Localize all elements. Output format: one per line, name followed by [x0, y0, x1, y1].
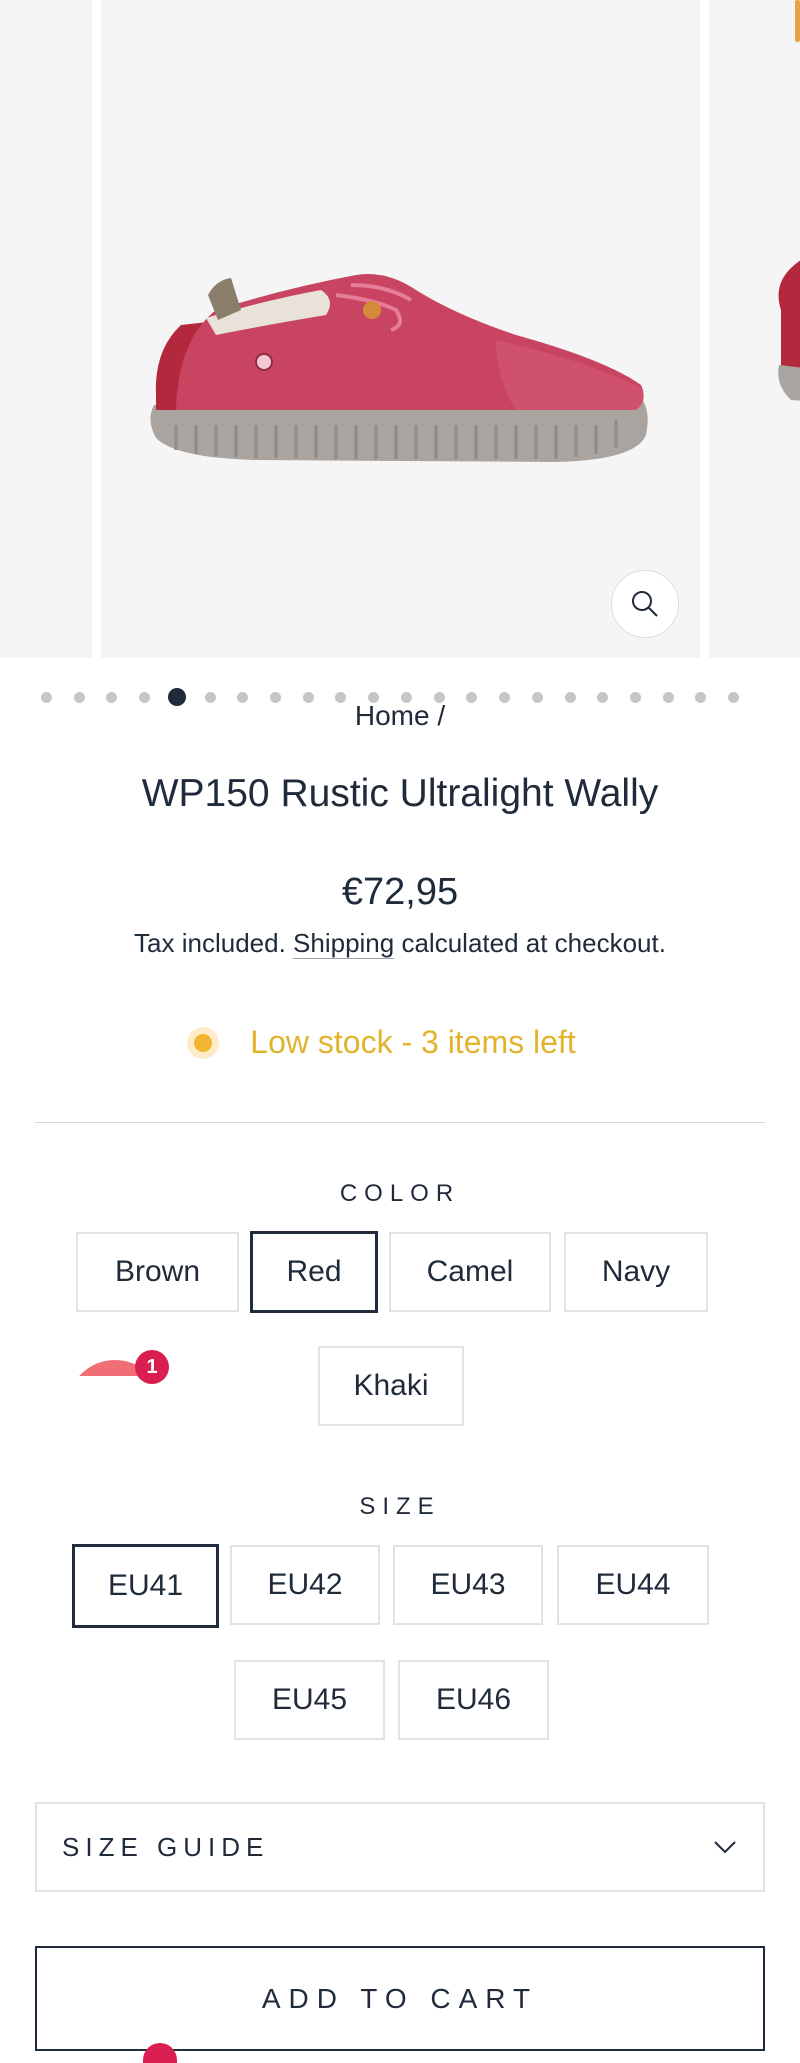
- tax-suffix: calculated at checkout.: [401, 928, 666, 958]
- size-option-eu45[interactable]: EU45: [234, 1660, 385, 1740]
- product-title: WP150 Rustic Ultralight Wally: [141, 772, 659, 815]
- color-option-label: COLOR: [339, 1180, 461, 1207]
- product-image-next: [778, 260, 800, 401]
- gallery-slide-current[interactable]: [101, 0, 700, 658]
- stock-status: Low stock - 3 items left: [0, 1024, 800, 1061]
- color-option-red[interactable]: Red: [250, 1231, 378, 1313]
- gallery-slide-previous[interactable]: [0, 0, 92, 658]
- stock-status-text: Low stock - 3 items left: [250, 1024, 576, 1060]
- chat-launcher[interactable]: 1: [67, 1350, 187, 1410]
- color-option-navy[interactable]: Navy: [564, 1232, 708, 1312]
- tax-note: Tax included. Shipping calculated at che…: [0, 928, 800, 959]
- product-price: €72,95: [341, 871, 459, 913]
- color-option-camel[interactable]: Camel: [389, 1232, 551, 1312]
- gallery-slide-next[interactable]: [709, 0, 800, 658]
- product-gallery[interactable]: [0, 0, 800, 658]
- breadcrumb-separator: /: [437, 700, 446, 731]
- size-option-eu41[interactable]: EU41: [72, 1544, 219, 1628]
- zoom-button[interactable]: [611, 570, 679, 638]
- shipping-link[interactable]: Shipping: [293, 928, 395, 959]
- size-option-eu44[interactable]: EU44: [557, 1545, 709, 1625]
- color-option-brown[interactable]: Brown: [76, 1232, 239, 1312]
- tax-prefix: Tax included.: [134, 928, 286, 958]
- size-option-eu46[interactable]: EU46: [398, 1660, 549, 1740]
- product-image: [150, 274, 648, 462]
- breadcrumb: Home /: [0, 700, 800, 732]
- size-option-eu42[interactable]: EU42: [230, 1545, 380, 1625]
- search-icon: [632, 591, 658, 617]
- chevron-down-icon: [714, 1841, 736, 1854]
- size-guide-accordion[interactable]: SIZE GUIDE: [35, 1802, 765, 1892]
- breadcrumb-home-link[interactable]: Home: [355, 700, 430, 731]
- stock-indicator-icon: [194, 1033, 213, 1052]
- size-guide-label: SIZE GUIDE: [62, 1831, 270, 1862]
- notification-badge: 1: [135, 1350, 169, 1384]
- size-option-eu43[interactable]: EU43: [393, 1545, 543, 1625]
- size-option-label: SIZE: [359, 1493, 441, 1520]
- color-option-khaki[interactable]: Khaki: [318, 1346, 464, 1426]
- add-to-cart-button[interactable]: ADD TO CART: [35, 1946, 765, 2051]
- divider: [35, 1122, 765, 1123]
- scroll-indicator[interactable]: [795, 0, 800, 42]
